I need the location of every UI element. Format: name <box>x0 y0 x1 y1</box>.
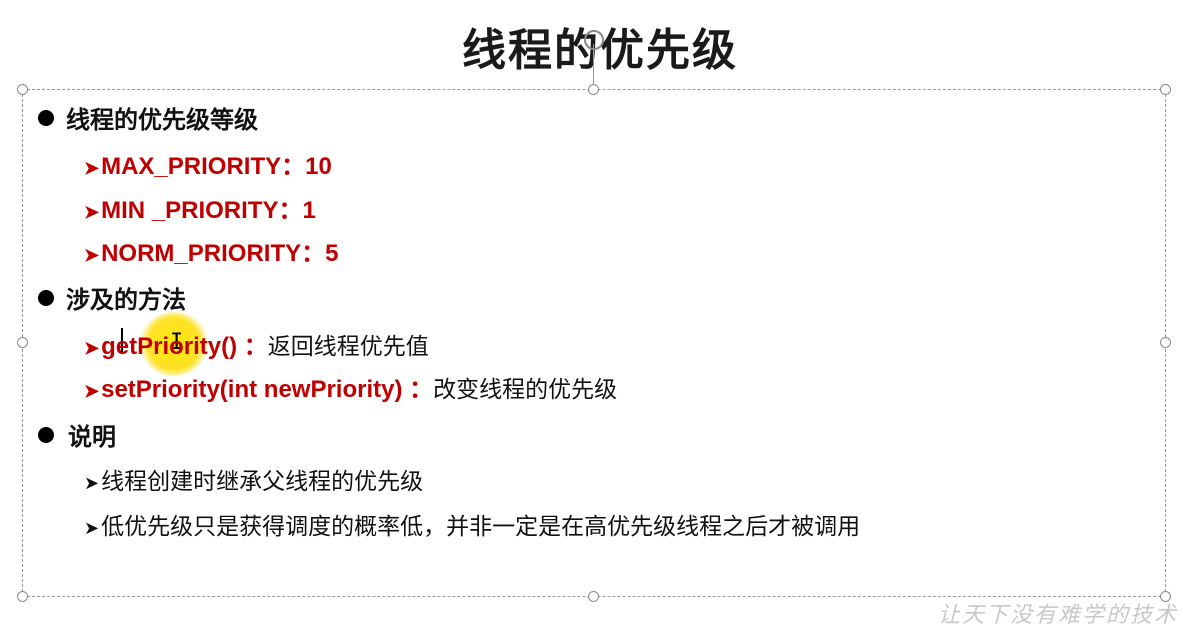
resize-handle-top[interactable] <box>588 84 599 95</box>
arrowhead-icon: ➤ <box>84 202 100 222</box>
arrowhead-icon: ➤ <box>84 158 100 178</box>
resize-handle-top-right[interactable] <box>1160 84 1171 95</box>
resize-handle-bottom-left[interactable] <box>17 591 28 602</box>
rotate-handle-icon[interactable] <box>584 30 604 50</box>
list-item: ➤MIN _PRIORITY：1 <box>84 197 316 224</box>
section-heading: 线程的优先级等级 <box>38 100 258 135</box>
method-description: 改变线程的优先级 <box>433 377 618 403</box>
resize-handle-left[interactable] <box>17 337 28 348</box>
section-heading: 说明 <box>38 417 116 452</box>
watermark: 让天下没有难学的技术 <box>937 603 1178 628</box>
arrowhead-icon: ➤ <box>84 473 100 494</box>
resize-handle-right[interactable] <box>1160 337 1171 348</box>
method-name: getPriority() <box>101 333 238 360</box>
list-item: ➤getPriority() ：返回线程优先值 <box>84 333 429 360</box>
list-item: ➤线程创建时继承父线程的优先级 <box>84 469 424 495</box>
bullet-icon <box>38 290 54 306</box>
arrowhead-icon: ➤ <box>84 338 100 358</box>
section-heading: 涉及的方法 <box>38 280 186 315</box>
list-item: ➤MAX_PRIORITY：10 <box>84 153 332 180</box>
arrowhead-icon: ➤ <box>84 245 100 265</box>
list-item: ➤NORM_PRIORITY：5 <box>84 240 339 267</box>
arrowhead-icon: ➤ <box>84 381 100 401</box>
bullet-icon <box>38 110 54 126</box>
list-item: ➤setPriority(int newPriority) ：改变线程的优先级 <box>84 376 618 403</box>
resize-handle-top-left[interactable] <box>17 84 28 95</box>
bullet-icon <box>38 427 54 443</box>
resize-handle-bottom[interactable] <box>588 591 599 602</box>
list-item: ➤低优先级只是获得调度的概率低，并非一定是在高优先级线程之后才被调用 <box>84 514 861 540</box>
rotation-stem <box>593 44 594 88</box>
method-name: setPriority(int newPriority) <box>101 376 403 403</box>
method-description: 返回线程优先值 <box>267 334 429 360</box>
arrowhead-icon: ➤ <box>84 518 100 539</box>
